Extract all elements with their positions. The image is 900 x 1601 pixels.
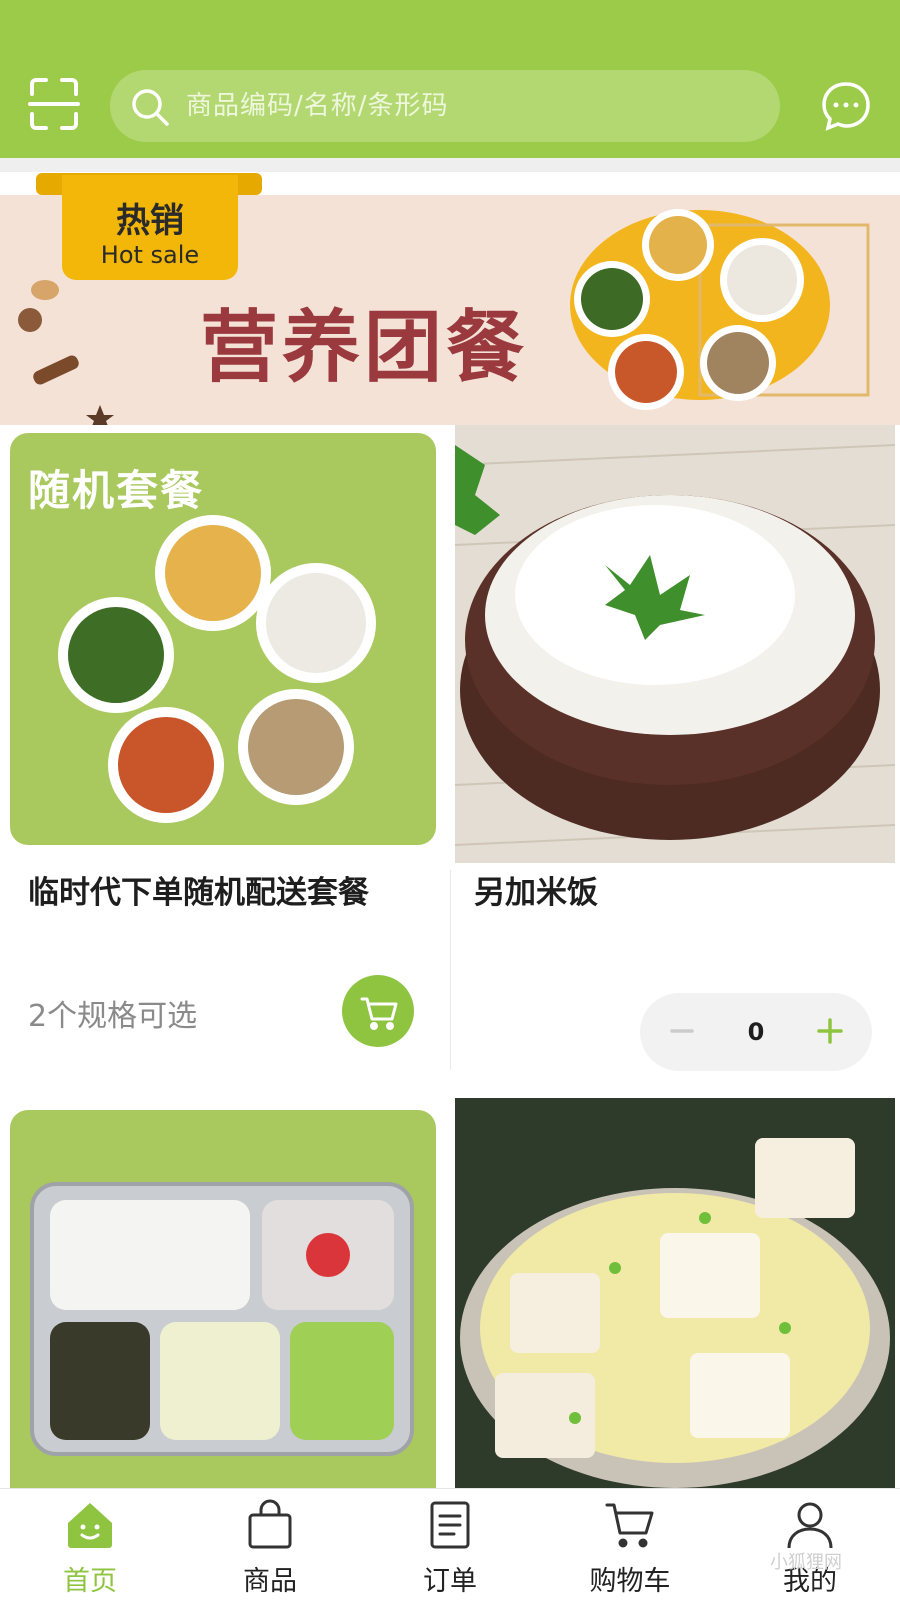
product-image[interactable]	[10, 1110, 436, 1488]
quantity-stepper[interactable]: 0	[640, 993, 872, 1071]
search-placeholder: 商品编码/名称/条形码	[186, 91, 449, 121]
hot-sale-tag-en: Hot sale	[100, 241, 200, 269]
tab-home-label: 首页	[63, 1566, 117, 1597]
user-icon	[784, 1499, 836, 1551]
add-to-cart-button[interactable]	[342, 975, 414, 1047]
tab-orders[interactable]: 订单	[360, 1489, 540, 1601]
quantity-value: 0	[747, 1018, 765, 1046]
top-header: 商品编码/名称/条形码	[0, 0, 900, 158]
tab-profile[interactable]: 我的	[720, 1489, 900, 1601]
tab-orders-label: 订单	[423, 1566, 477, 1597]
product-name: 临时代下单随机配送套餐	[28, 875, 369, 911]
search-input[interactable]: 商品编码/名称/条形码	[110, 70, 780, 142]
lunch-tray-illustration	[30, 1182, 414, 1456]
product-name: 另加米饭	[474, 875, 598, 911]
plus-icon	[817, 1018, 843, 1044]
product-card[interactable]	[0, 1110, 450, 1488]
product-card[interactable]: 另加米饭	[450, 425, 900, 1065]
tab-home[interactable]: 首页	[0, 1489, 180, 1601]
product-image[interactable]	[455, 1098, 895, 1488]
hot-sale-tag-cn: 热销	[116, 201, 184, 241]
cart-icon	[360, 997, 398, 1030]
product-card[interactable]: 随机套餐 临时代下单随机配送套餐 2个规格可选	[0, 425, 450, 1065]
minus-icon	[670, 1029, 694, 1033]
spec-options[interactable]: 2个规格可选	[28, 991, 197, 1035]
image-caption: 随机套餐	[28, 466, 205, 515]
watermark: 小狐狸网	[770, 1552, 842, 1573]
tab-cart[interactable]: 购物车	[540, 1489, 720, 1601]
rice-bowl-illustration	[455, 425, 895, 863]
tab-cart-label: 购物车	[589, 1566, 671, 1597]
order-icon	[424, 1499, 476, 1551]
plus-button[interactable]	[810, 1011, 850, 1051]
product-image[interactable]	[455, 425, 895, 863]
minus-button[interactable]	[662, 1011, 702, 1051]
home-icon	[64, 1499, 116, 1551]
message-icon[interactable]	[820, 80, 872, 132]
banner-title: 营养团餐	[200, 302, 529, 393]
product-image[interactable]: 随机套餐	[10, 433, 436, 845]
hot-sale-tag: 热销 Hot sale	[62, 175, 238, 280]
tab-products-label: 商品	[243, 1566, 297, 1597]
product-card[interactable]	[450, 1098, 900, 1488]
bag-icon	[244, 1499, 296, 1551]
bottom-tab-bar: 首页 商品 订单 购物车 我的	[0, 1488, 900, 1600]
scan-icon[interactable]	[28, 78, 80, 130]
separator-strip	[0, 158, 900, 172]
tofu-cabbage-illustration	[455, 1098, 895, 1488]
tab-products[interactable]: 商品	[180, 1489, 360, 1601]
search-icon	[130, 87, 170, 127]
cart-icon	[604, 1499, 656, 1551]
